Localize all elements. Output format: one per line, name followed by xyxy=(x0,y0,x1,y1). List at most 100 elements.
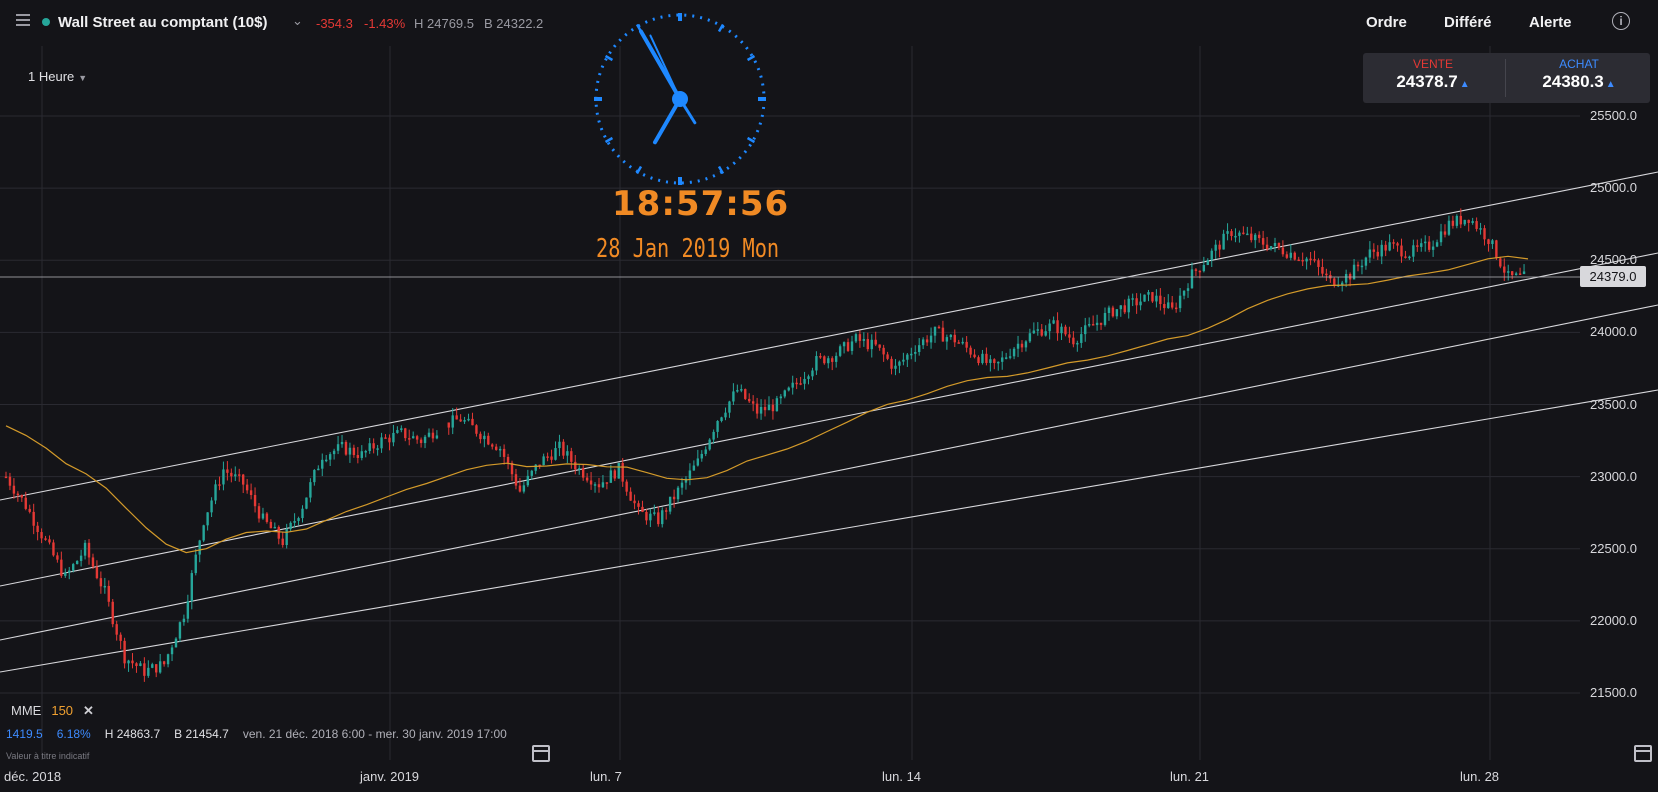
candle-body xyxy=(1210,250,1213,261)
candle-body xyxy=(174,638,178,648)
candle-body xyxy=(914,352,917,354)
candle-body xyxy=(1447,220,1451,235)
candle-body xyxy=(1305,258,1308,262)
candle-body xyxy=(368,443,371,451)
candle-body xyxy=(1068,334,1071,338)
remove-indicator-icon[interactable]: ✕ xyxy=(83,703,94,718)
candle-body xyxy=(704,449,707,454)
candle-body xyxy=(1250,233,1253,241)
candle-body xyxy=(36,525,39,533)
candle-body xyxy=(985,353,988,363)
candle-body xyxy=(1198,270,1202,273)
candle-body xyxy=(514,474,518,486)
candle-body xyxy=(657,512,660,525)
buy-button[interactable]: ACHAT 24380.3 ▲ xyxy=(1509,53,1649,103)
candle-body xyxy=(886,354,889,359)
candle-body xyxy=(1107,307,1111,314)
candle-body xyxy=(297,518,300,521)
candle-body xyxy=(1234,235,1237,238)
candle-body xyxy=(1467,219,1470,223)
candle-body xyxy=(763,407,767,411)
candle-body xyxy=(1123,305,1126,313)
range-stats: 1419.5 6.18% H 24863.7 B 21454.7 ven. 21 déc… xyxy=(6,727,521,741)
candle-body xyxy=(206,512,209,526)
candle-body xyxy=(945,337,949,342)
candle-body xyxy=(518,485,522,492)
price-chart[interactable] xyxy=(0,0,1658,792)
candle-body xyxy=(1392,242,1395,244)
candle-body xyxy=(910,353,913,356)
candle-body xyxy=(103,585,107,588)
candle-body xyxy=(542,456,545,466)
clock-tick xyxy=(604,136,614,144)
candle-body xyxy=(949,334,953,338)
candle-body xyxy=(83,542,87,556)
candle-body xyxy=(1499,258,1502,267)
candle-body xyxy=(91,557,95,567)
candle-body xyxy=(819,356,822,358)
candle-body xyxy=(906,354,909,360)
y-tick-label: 22000.0 xyxy=(1590,612,1637,628)
timeframe-selector[interactable]: 1 Heure ▼ xyxy=(28,69,87,84)
candle-body xyxy=(918,345,921,353)
candle-body xyxy=(1424,241,1427,244)
candle-body xyxy=(1028,333,1032,342)
candle-body xyxy=(52,542,55,556)
candle-body xyxy=(554,448,557,460)
candle-body xyxy=(249,490,253,496)
candle-body xyxy=(937,326,941,329)
candle-body xyxy=(158,661,162,673)
candle-body xyxy=(1356,264,1360,267)
candle-body xyxy=(574,461,577,470)
candle-body xyxy=(787,387,790,391)
buy-price: 24380.3 xyxy=(1542,72,1604,91)
candle-body xyxy=(1182,290,1186,296)
channel-line xyxy=(0,389,1658,673)
candle-body xyxy=(380,437,383,449)
calendar-icon[interactable] xyxy=(1634,745,1652,762)
x-tick-label: déc. 2018 xyxy=(4,769,62,784)
calendar-icon[interactable] xyxy=(532,745,550,762)
candle-body xyxy=(1091,324,1095,326)
candle-body xyxy=(680,482,684,488)
candle-body xyxy=(214,484,217,501)
chart-grid xyxy=(0,46,1580,760)
candle-body xyxy=(1400,245,1403,257)
minute-hand xyxy=(639,29,682,101)
candle-body xyxy=(1024,341,1028,348)
candle-body xyxy=(720,417,723,422)
candle-body xyxy=(807,376,810,379)
candle-body xyxy=(257,506,261,519)
candle-body xyxy=(1076,342,1079,345)
candle-body xyxy=(1261,238,1265,245)
disclaimer: Valeur à titre indicatif xyxy=(6,751,90,761)
candle-body xyxy=(672,496,676,500)
candle-body xyxy=(1036,329,1039,331)
sell-label: VENTE xyxy=(1412,57,1453,71)
candle-body xyxy=(1340,282,1344,285)
candle-body xyxy=(815,356,818,371)
candle-body xyxy=(728,401,731,413)
candle-body xyxy=(1020,343,1024,348)
candle-body xyxy=(1206,260,1209,266)
candle-body xyxy=(558,441,561,449)
candle-body xyxy=(392,432,395,443)
candle-body xyxy=(1048,323,1051,332)
candle-body xyxy=(107,585,110,602)
candle-body xyxy=(459,419,462,422)
candle-body xyxy=(475,425,478,434)
sell-button[interactable]: VENTE 24378.7 ▲ xyxy=(1363,53,1503,103)
candle-body xyxy=(1032,330,1036,334)
candle-body xyxy=(1159,295,1162,305)
candle-body xyxy=(1289,252,1293,258)
candle-body xyxy=(293,520,296,523)
candle-body xyxy=(139,663,142,666)
candle-body xyxy=(605,482,609,484)
candle-body xyxy=(989,359,992,363)
trend-channel-lines xyxy=(0,171,1658,673)
candle-body xyxy=(376,448,379,450)
candle-body xyxy=(1218,244,1221,250)
candle-body xyxy=(245,484,249,491)
candle-body xyxy=(1514,273,1518,276)
candle-body xyxy=(1507,271,1510,273)
